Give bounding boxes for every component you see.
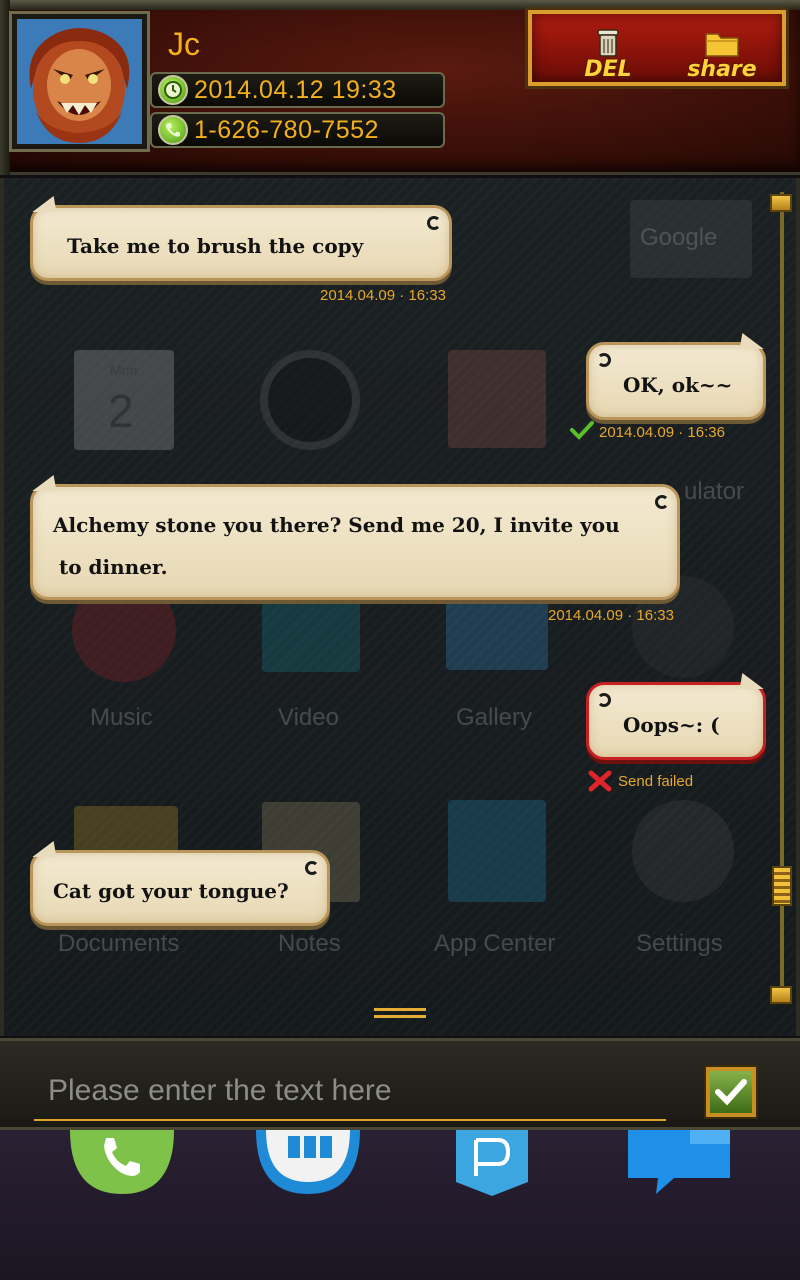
share-button[interactable]: share <box>682 22 762 82</box>
checkmark-icon <box>715 1079 747 1106</box>
bubble-ornament <box>427 216 441 230</box>
message-text: Cat got your tongue? <box>53 879 289 903</box>
delete-label: DEL <box>584 57 632 82</box>
phone-number-text: 1-626-780-7552 <box>194 115 379 144</box>
message-bubble-outgoing[interactable]: OK, ok~~ <box>586 333 766 420</box>
delete-button[interactable]: DEL <box>568 22 648 82</box>
background-settings-icon <box>632 800 734 902</box>
background-search-label: Google <box>640 224 718 251</box>
message-text: Take me to brush the copy <box>67 234 364 258</box>
avatar-image <box>17 19 142 144</box>
compose-bar <box>0 1038 800 1130</box>
panel-drag-handle[interactable] <box>374 1008 426 1018</box>
message-bubble-incoming[interactable]: Take me to brush the copy <box>30 196 452 281</box>
browser-app-icon[interactable] <box>456 1130 528 1196</box>
message-bubble-incoming[interactable]: Cat got your tongue? <box>30 841 330 926</box>
messages-app-icon[interactable] <box>628 1130 730 1194</box>
trash-icon <box>597 29 619 57</box>
background-app-label: Video <box>278 704 339 731</box>
launcher-dock <box>0 1130 800 1280</box>
folder-icon <box>705 33 739 57</box>
header-left-trim <box>0 0 10 175</box>
background-app-label: App Center <box>434 930 556 957</box>
message-text: Alchemy stone you there? Send me 20, I i… <box>53 513 620 537</box>
scroll-down-arrow[interactable] <box>770 986 792 1004</box>
bubble-ornament <box>305 861 319 875</box>
background-mail-icon <box>448 350 546 448</box>
background-app-label: Notes <box>278 930 341 957</box>
sent-check-icon <box>570 421 594 440</box>
bubble-ornament <box>655 495 669 509</box>
message-timestamp: 2014.04.09 · 16:33 <box>320 287 446 304</box>
message-bubble-outgoing-failed[interactable]: Oops~: ( <box>586 673 766 760</box>
send-failed-icon[interactable] <box>588 770 612 792</box>
background-appcenter-icon <box>448 800 546 902</box>
message-text: Oops~: ( <box>623 713 720 737</box>
send-button[interactable] <box>706 1067 756 1117</box>
scrollbar-thumb[interactable] <box>772 866 792 906</box>
bubble-ornament <box>597 353 611 367</box>
background-calendar-day: Mon <box>110 362 138 378</box>
message-bubble-incoming[interactable]: Alchemy stone you there? Send me 20, I i… <box>30 475 680 600</box>
message-input[interactable] <box>34 1063 666 1121</box>
phone-icon <box>158 115 188 145</box>
contact-avatar[interactable] <box>12 14 147 149</box>
send-failed-text: Send failed <box>618 773 694 790</box>
contact-phone[interactable]: 1-626-780-7552 <box>150 112 445 148</box>
share-label: share <box>687 57 757 82</box>
clock-icon <box>158 75 188 105</box>
background-app-label: Documents <box>58 930 180 957</box>
background-clock-icon <box>260 350 360 450</box>
header-action-panel: DEL share <box>528 10 786 86</box>
last-contact-time: 2014.04.12 19:33 <box>150 72 445 108</box>
background-app-label: Music <box>90 704 153 731</box>
phone-app-icon[interactable] <box>70 1130 174 1194</box>
bubble-ornament <box>597 693 611 707</box>
scroll-up-arrow[interactable] <box>770 194 792 212</box>
background-app-label: Gallery <box>456 704 533 731</box>
message-timestamp: 2014.04.09 · 16:36 <box>599 424 725 441</box>
message-text: OK, ok~~ <box>623 373 733 397</box>
datetime-text: 2014.04.12 19:33 <box>194 75 397 104</box>
chat-header: Jc 2014.04.12 19:33 1-626-780-7552 DEL s… <box>0 0 800 175</box>
background-calendar-date: 2 <box>108 385 134 437</box>
message-text-line2: to dinner. <box>59 555 168 579</box>
background-calculator-label: ulator <box>684 478 745 505</box>
contacts-app-icon[interactable] <box>256 1130 360 1194</box>
message-timestamp: 2014.04.09 · 16:33 <box>548 607 674 624</box>
background-app-label: Settings <box>636 930 723 957</box>
contact-name: Jc <box>168 26 200 62</box>
header-top-trim <box>0 0 800 10</box>
